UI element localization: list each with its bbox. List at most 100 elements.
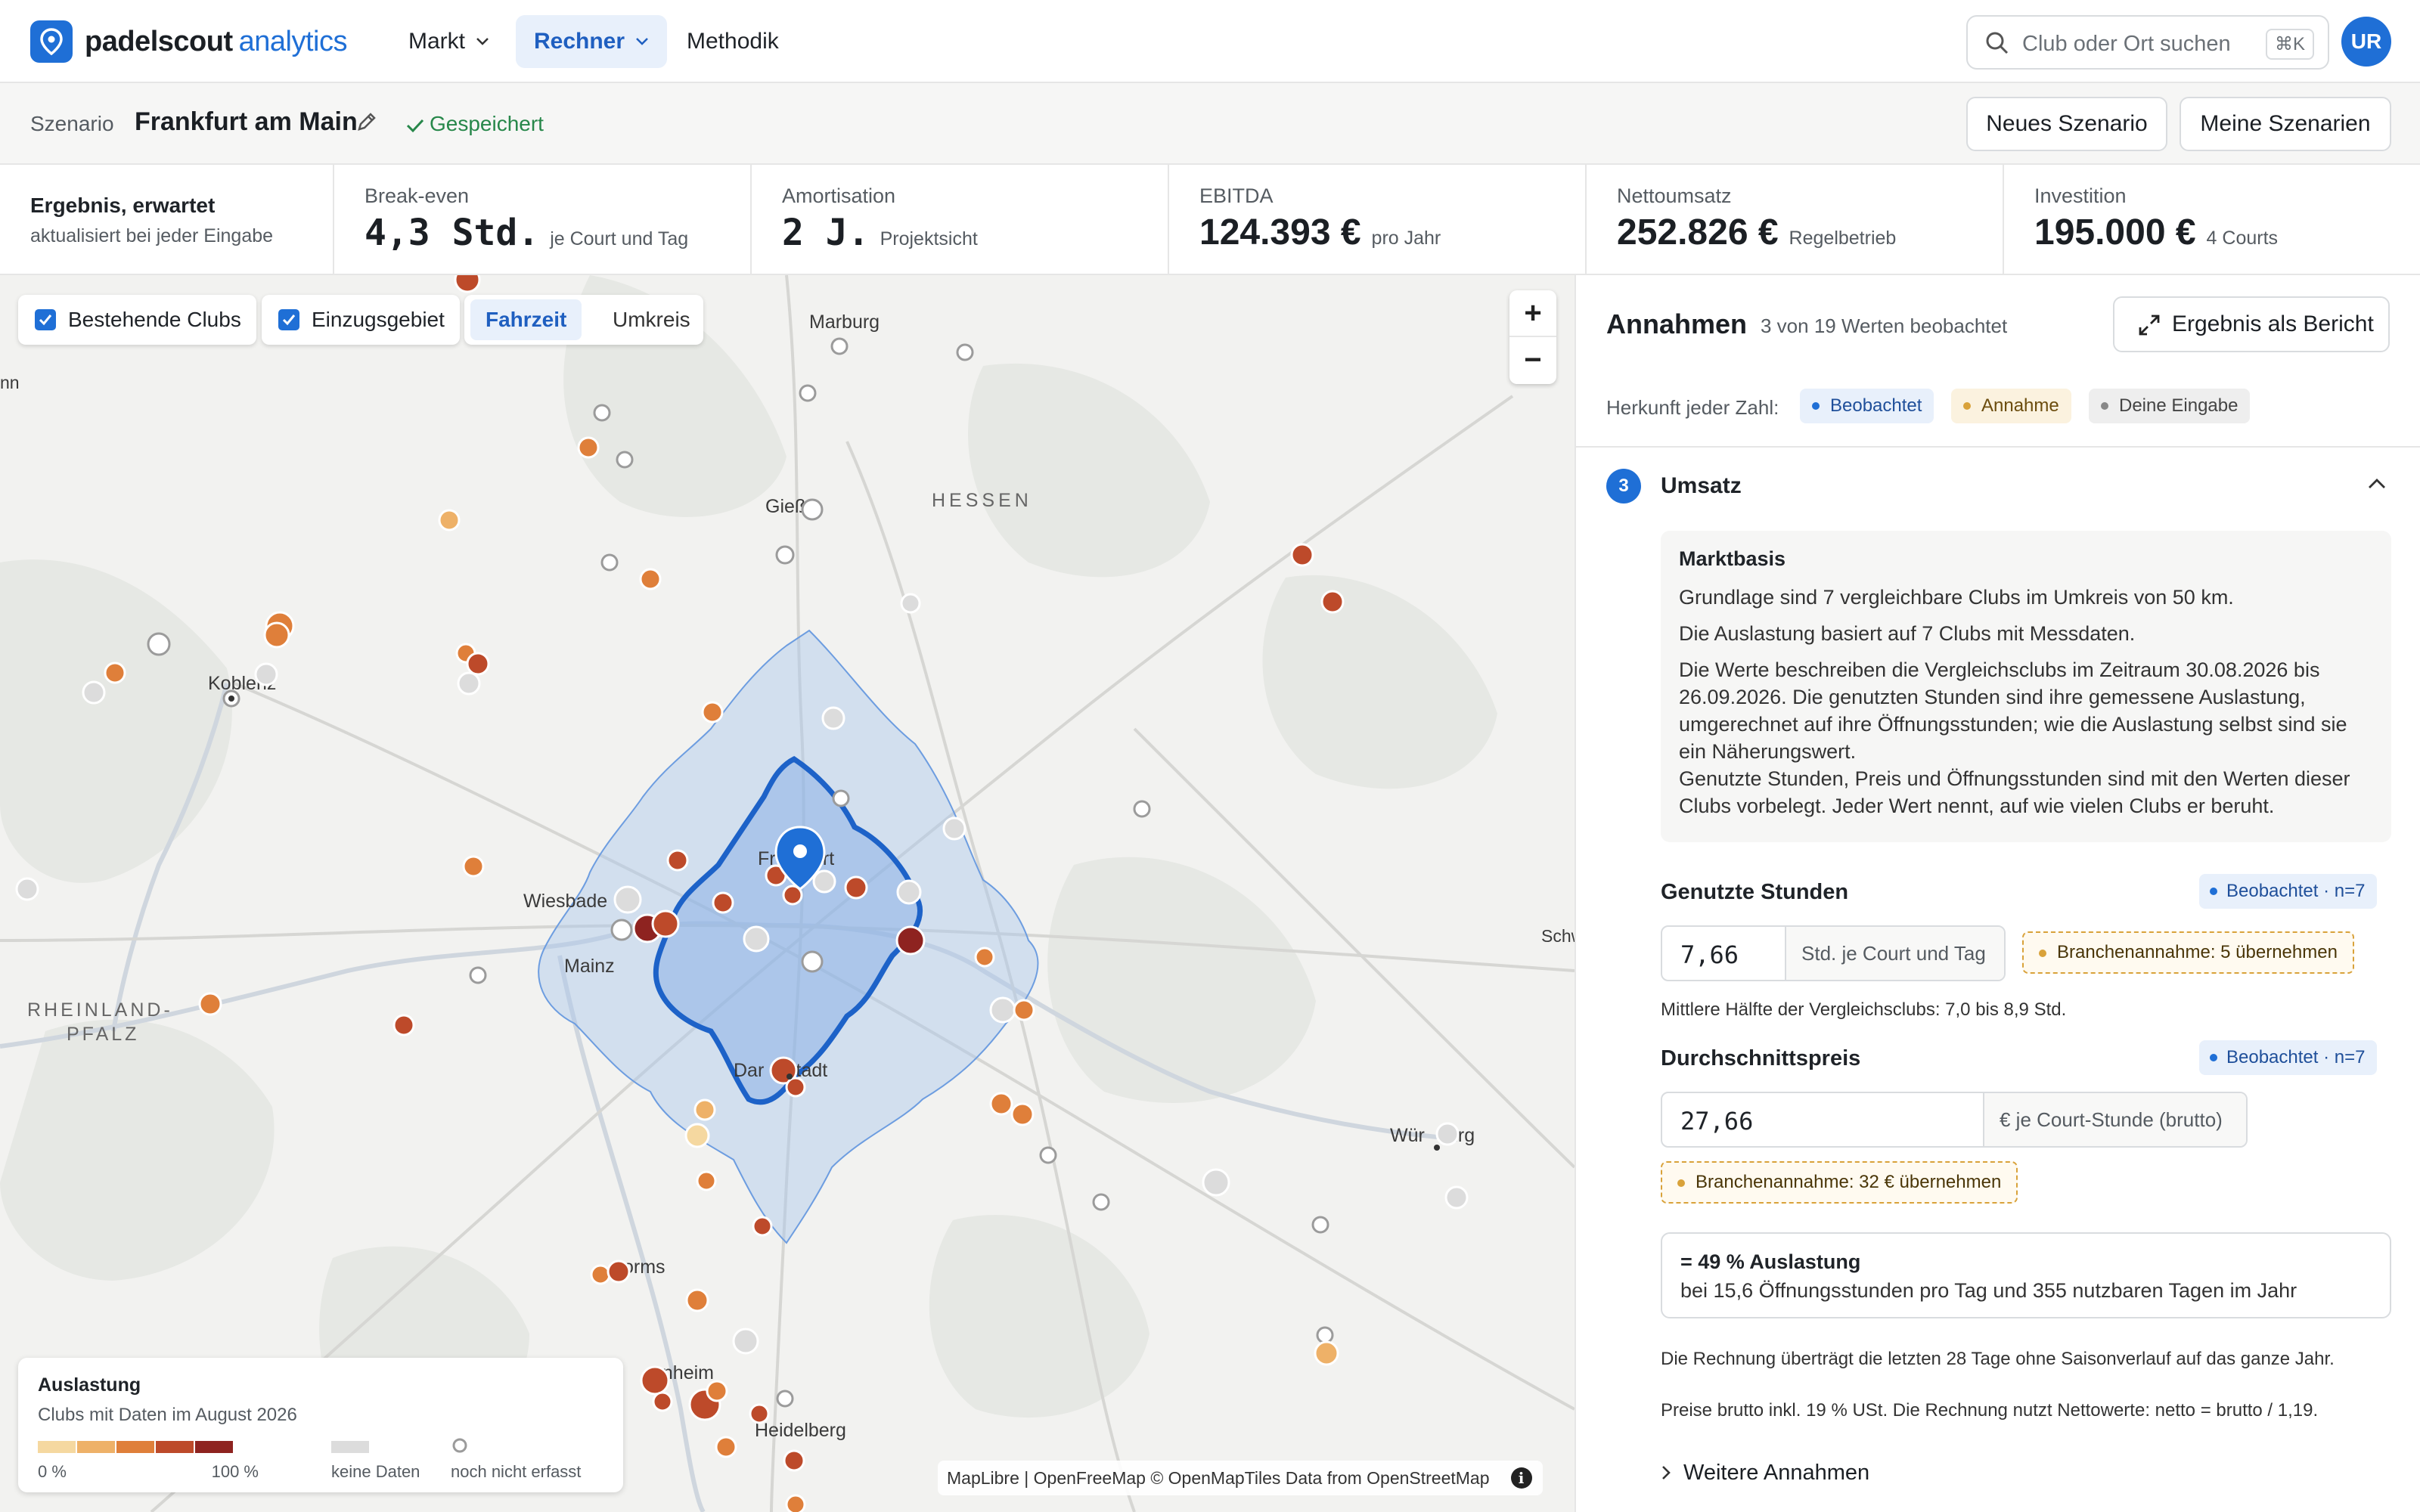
toggle-catchment-area[interactable]: Einzugsgebiet	[262, 295, 460, 345]
hours-assumption-apply-button[interactable]: Branchenannahme: 5 übernehmen	[2022, 931, 2354, 974]
club-marker[interactable]	[469, 966, 487, 984]
club-marker[interactable]	[82, 680, 106, 705]
club-marker[interactable]	[104, 662, 126, 684]
club-marker[interactable]	[263, 621, 290, 649]
club-marker[interactable]	[1202, 1168, 1230, 1197]
club-marker[interactable]	[956, 343, 974, 361]
club-marker[interactable]	[1092, 1193, 1110, 1211]
club-marker[interactable]	[989, 996, 1016, 1024]
report-button[interactable]: Ergebnis als Bericht	[2113, 296, 2390, 352]
info-icon[interactable]: i	[1510, 1467, 1532, 1489]
club-marker[interactable]	[1039, 1146, 1057, 1164]
chevron-up-icon[interactable]	[2367, 478, 2387, 490]
price-assumption-apply-button[interactable]: Branchenannahme: 32 € übernehmen	[1661, 1161, 2018, 1204]
club-marker[interactable]	[783, 1449, 805, 1472]
map-attribution[interactable]: MapLibre | OpenFreeMap © OpenMapTiles Da…	[938, 1461, 1543, 1495]
club-marker[interactable]	[466, 652, 490, 676]
club-marker[interactable]	[254, 662, 278, 686]
club-marker[interactable]	[693, 1098, 716, 1121]
club-marker[interactable]	[15, 877, 39, 901]
club-marker[interactable]	[600, 553, 619, 572]
club-marker[interactable]	[666, 849, 689, 872]
map-canvas[interactable]: Marburg Gieß HESSEN Koblenz Fr urt Wiesb…	[0, 275, 1575, 1512]
mode-travel-time[interactable]: Fahrzeit	[470, 299, 582, 340]
club-marker[interactable]	[640, 1365, 670, 1396]
club-marker[interactable]	[812, 869, 836, 894]
club-marker[interactable]	[685, 1288, 709, 1312]
club-marker[interactable]	[696, 1170, 717, 1191]
club-marker[interactable]	[616, 451, 634, 469]
club-marker[interactable]	[1316, 1326, 1334, 1344]
club-marker[interactable]	[706, 1380, 728, 1402]
club-marker[interactable]	[639, 568, 662, 590]
map-view[interactable]: Marburg Gieß HESSEN Koblenz Fr urt Wiesb…	[0, 275, 1575, 1512]
mode-radius[interactable]: Umkreis	[597, 299, 706, 340]
section-title[interactable]: Umsatz	[1661, 473, 1742, 499]
club-marker[interactable]	[1435, 1122, 1460, 1146]
club-marker[interactable]	[732, 1328, 759, 1355]
club-marker[interactable]	[652, 1391, 673, 1412]
zoom-in-button[interactable]: +	[1509, 290, 1556, 337]
club-marker[interactable]	[989, 1092, 1013, 1116]
club-marker[interactable]	[462, 855, 485, 878]
club-marker[interactable]	[715, 1436, 737, 1458]
my-scenarios-button[interactable]: Meine Szenarien	[2180, 97, 2391, 151]
club-marker[interactable]	[900, 593, 921, 614]
more-assumptions-toggle[interactable]: Weitere Annahmen	[1661, 1461, 1869, 1486]
club-marker[interactable]	[147, 632, 171, 656]
club-marker[interactable]	[1311, 1216, 1329, 1234]
club-marker[interactable]	[701, 701, 724, 723]
club-marker[interactable]	[832, 789, 850, 807]
club-marker[interactable]	[801, 950, 824, 973]
club-marker[interactable]	[1314, 1340, 1339, 1366]
club-marker[interactable]	[844, 875, 868, 900]
new-scenario-button[interactable]: Neues Szenario	[1966, 97, 2167, 151]
club-marker[interactable]	[438, 509, 461, 531]
club-marker[interactable]	[776, 1390, 794, 1408]
toggle-existing-clubs[interactable]: Bestehende Clubs	[18, 295, 256, 345]
club-marker[interactable]	[1290, 543, 1314, 567]
club-marker[interactable]	[1444, 1185, 1469, 1210]
club-marker[interactable]	[752, 1216, 773, 1237]
club-marker[interactable]	[785, 1077, 806, 1098]
club-marker[interactable]	[974, 947, 995, 968]
hours-field[interactable]: 7,66 Std. je Court und Tag	[1661, 925, 2006, 981]
club-marker[interactable]	[1013, 999, 1035, 1021]
club-marker[interactable]	[610, 919, 633, 941]
logo-pin-icon[interactable]	[30, 20, 73, 63]
club-marker[interactable]	[1320, 590, 1345, 614]
club-marker[interactable]	[590, 1264, 611, 1285]
nav-markt[interactable]: Markt	[390, 15, 507, 68]
club-marker[interactable]	[712, 891, 734, 914]
club-marker[interactable]	[830, 337, 849, 355]
nav-methodik[interactable]: Methodik	[669, 15, 797, 68]
club-marker[interactable]	[775, 545, 795, 565]
club-marker[interactable]	[896, 879, 922, 905]
club-marker[interactable]	[607, 1259, 631, 1284]
club-marker[interactable]	[593, 404, 611, 422]
club-marker[interactable]	[651, 909, 680, 938]
price-field[interactable]: 27,66 € je Court-Stunde (brutto)	[1661, 1092, 2248, 1148]
club-marker[interactable]	[1010, 1102, 1035, 1126]
club-marker[interactable]	[198, 992, 222, 1016]
club-marker[interactable]	[749, 1403, 770, 1424]
nav-rechner[interactable]: Rechner	[516, 15, 668, 68]
club-marker[interactable]	[457, 671, 481, 696]
club-marker[interactable]	[895, 925, 926, 956]
pencil-edit-icon[interactable]	[355, 110, 378, 133]
club-marker[interactable]	[801, 498, 824, 521]
brand-wordmark[interactable]: padelscout analytics	[85, 26, 347, 58]
club-marker[interactable]	[392, 1014, 415, 1036]
user-avatar[interactable]: UR	[2341, 17, 2391, 67]
club-marker[interactable]	[577, 436, 600, 459]
club-marker[interactable]	[942, 816, 966, 841]
club-marker[interactable]	[454, 275, 481, 293]
club-marker[interactable]	[1133, 800, 1151, 818]
club-marker[interactable]	[684, 1123, 710, 1148]
club-marker[interactable]	[799, 384, 817, 402]
club-marker[interactable]	[785, 1494, 806, 1512]
club-marker[interactable]	[821, 706, 845, 730]
zoom-out-button[interactable]: −	[1509, 337, 1556, 384]
club-marker[interactable]	[613, 885, 642, 914]
search-input[interactable]: Club oder Ort suchen ⌘K	[1966, 15, 2329, 70]
